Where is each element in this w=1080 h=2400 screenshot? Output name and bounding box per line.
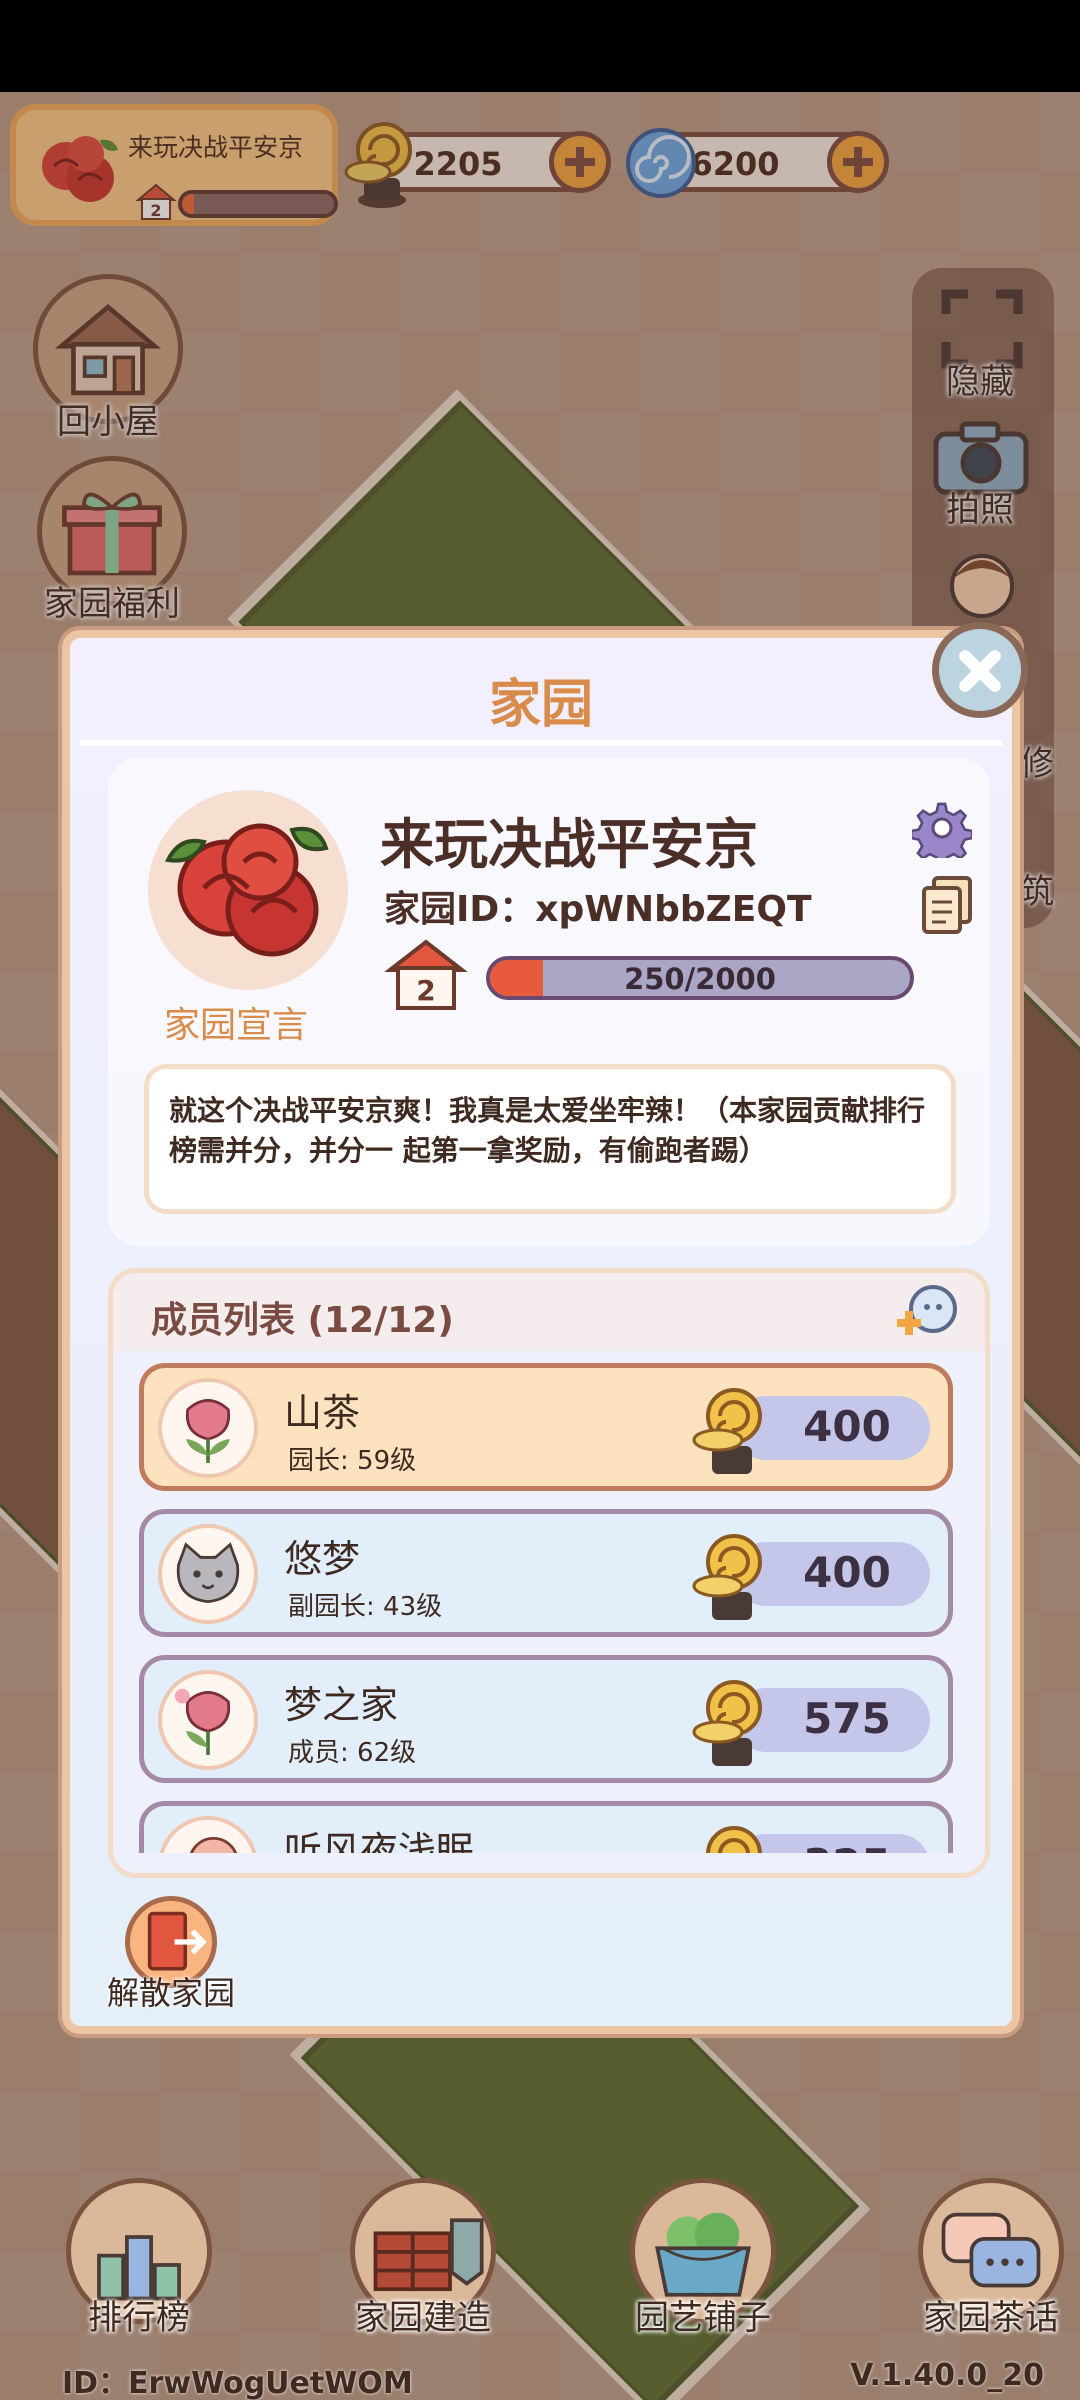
member-list: 山茶 园长: 59级 400 悠梦 副园长: 43级 400 梦之家 成员: 6… <box>113 1363 985 1853</box>
invite-member-icon[interactable] <box>893 1283 959 1343</box>
gear-icon[interactable] <box>912 798 972 858</box>
garden-info-card: 家园宣言 来玩决战平安京 家园ID：xpWNbbZEQT 2 250/2000 … <box>108 758 990 1246</box>
member-role: 副园长: 43级 <box>288 1592 443 1622</box>
garden-level-text: 2 <box>416 974 435 1007</box>
member-row[interactable]: 听风夜浅眠 325 <box>139 1801 953 1853</box>
garden-id: 家园ID：xpWNbbZEQT <box>384 889 812 930</box>
cat-icon <box>176 1542 240 1603</box>
member-name: 山茶 <box>284 1391 361 1435</box>
dissolve-garden-label: 解散家园 <box>106 1974 235 2012</box>
member-row[interactable]: 梦之家 成员: 62级 575 <box>139 1655 953 1783</box>
garden-build-button[interactable]: 家园建造 <box>338 2178 508 2339</box>
members-card: 成员列表 (12/12) 山茶 园长: 59级 400 悠梦 副园长: 43级 … <box>108 1268 990 1878</box>
garden-exp-bar: 250/2000 <box>486 956 914 1000</box>
members-title: 成员列表 (12/12) <box>151 1300 454 1341</box>
snail-avatar-icon <box>190 1837 238 1853</box>
modal-title: 家园 <box>488 675 593 735</box>
member-name: 梦之家 <box>284 1683 399 1727</box>
close-modal-button[interactable] <box>932 622 1028 718</box>
member-name: 悠梦 <box>284 1537 361 1581</box>
copy-icon[interactable] <box>920 876 974 936</box>
member-score-value: 400 <box>803 1548 891 1597</box>
member-row[interactable]: 悠梦 副园长: 43级 400 <box>139 1509 953 1637</box>
member-score-value: 400 <box>803 1402 891 1451</box>
garden-chat-button[interactable]: 家园茶话 <box>906 2178 1076 2339</box>
garden-info-modal: 家园 家园宣言 来玩决战平安京 家园ID：xpWNbbZEQT 2 250/20… <box>62 630 1020 2034</box>
members-header: 成员列表 (12/12) <box>113 1273 985 1351</box>
member-avatar <box>158 1524 258 1624</box>
tulip-icon <box>174 1688 231 1755</box>
house-level-icon: 2 <box>384 939 468 1010</box>
member-avatar <box>158 1670 258 1770</box>
member-role: 成员: 62级 <box>288 1738 417 1768</box>
member-role: 园长: 59级 <box>288 1446 417 1476</box>
manifesto-text: 就这个决战平安京爽！我真是太爱坐牢辣！（本家园贡献排行榜需并分，并分一 起第一拿… <box>144 1064 956 1214</box>
member-score-value: 575 <box>803 1694 891 1743</box>
garden-name: 来玩决战平安京 <box>380 813 758 876</box>
dissolve-garden-button[interactable]: 解散家园 <box>96 1896 246 2014</box>
snail-trophy-icon <box>692 1534 762 1620</box>
garden-build-label: 家园建造 <box>355 2298 491 2338</box>
user-id: ID：ErwWogUetWOM <box>62 2366 413 2400</box>
member-row[interactable]: 山茶 园长: 59级 400 <box>139 1363 953 1491</box>
garden-chat-label: 家园茶话 <box>923 2298 1059 2338</box>
garden-avatar <box>148 790 348 990</box>
status-bar <box>0 0 1080 92</box>
garden-shop-button[interactable]: 园艺铺子 <box>618 2178 788 2339</box>
snail-trophy-icon <box>692 1680 762 1766</box>
member-name: 听风夜浅眠 <box>284 1829 475 1853</box>
garden-exp-text: 250/2000 <box>624 962 776 996</box>
member-avatar <box>158 1378 258 1478</box>
leaderboard-button[interactable]: 排行榜 <box>54 2178 224 2339</box>
app-version: V.1.40.0_20 <box>850 2358 1044 2393</box>
member-score-value: 325 <box>764 1840 930 1853</box>
member-avatar <box>158 1816 258 1853</box>
manifesto-label: 家园宣言 <box>164 1005 309 1046</box>
snail-trophy-icon <box>692 1388 762 1474</box>
snail-trophy-icon <box>706 1826 762 1853</box>
rose-icon <box>164 823 329 957</box>
garden-shop-label: 园艺铺子 <box>635 2298 771 2338</box>
title-divider <box>80 740 1002 746</box>
tulip-icon <box>185 1399 231 1463</box>
leaderboard-label: 排行榜 <box>88 2298 190 2338</box>
